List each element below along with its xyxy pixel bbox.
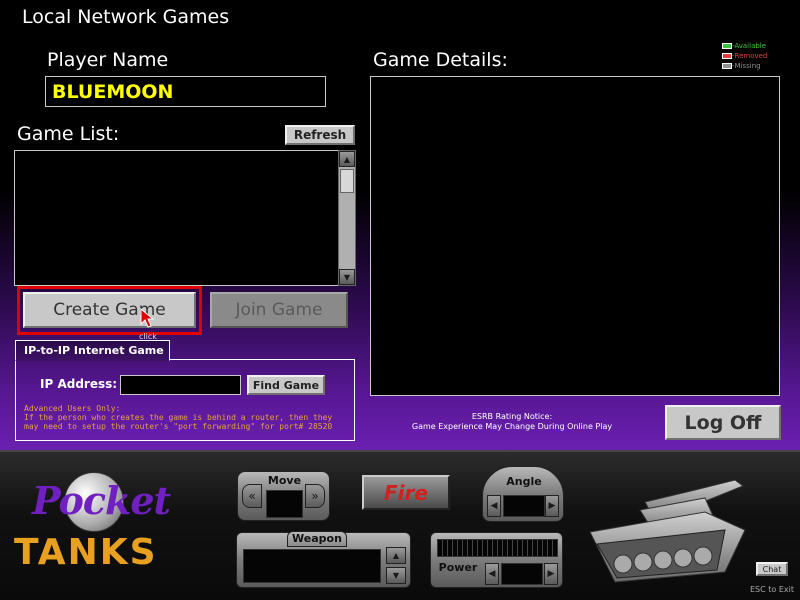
esrb-text: Game Experience May Change During Online… bbox=[411, 422, 613, 431]
game-list-label: Game List: bbox=[17, 123, 120, 145]
esrb-notice: ESRB Rating Notice: Game Experience May … bbox=[372, 412, 652, 432]
ip-address-label: IP Address: bbox=[40, 377, 118, 391]
power-left-icon[interactable]: ◀ bbox=[485, 563, 499, 585]
missing-swatch-icon bbox=[722, 63, 732, 69]
ip-address-input[interactable] bbox=[120, 375, 241, 395]
legend-missing: -Missing bbox=[722, 61, 767, 71]
page-title: Local Network Games bbox=[22, 6, 230, 28]
player-name-label: Player Name bbox=[47, 49, 169, 71]
chat-button[interactable]: Chat bbox=[756, 562, 788, 576]
game-list-scrollbar[interactable]: ▲ ▼ bbox=[338, 150, 356, 286]
find-game-button[interactable]: Find Game bbox=[247, 375, 325, 395]
move-label: Move bbox=[267, 474, 302, 487]
removed-swatch-icon bbox=[722, 53, 732, 59]
advanced-users-heading: Advanced Users Only: bbox=[24, 404, 121, 413]
power-bar[interactable] bbox=[437, 539, 558, 557]
advanced-users-text: If the person who creates the game is be… bbox=[24, 413, 333, 431]
angle-left-icon[interactable]: ◀ bbox=[487, 495, 501, 517]
create-game-button[interactable]: Create Game bbox=[23, 292, 196, 328]
esrb-heading: ESRB Rating Notice: bbox=[471, 412, 553, 421]
move-control: « » Move bbox=[237, 471, 330, 521]
available-swatch-icon bbox=[722, 43, 732, 49]
legend-available: -Available bbox=[722, 41, 767, 51]
scroll-down-arrow-icon[interactable]: ▼ bbox=[339, 269, 355, 285]
status-legend: -Available -Removed -Missing bbox=[722, 41, 767, 71]
game-details-box bbox=[370, 76, 780, 396]
player-name-field[interactable]: BLUEMOON bbox=[45, 76, 326, 107]
move-display bbox=[266, 490, 303, 518]
weapon-label: Weapon bbox=[287, 531, 347, 547]
power-label: Power bbox=[438, 561, 478, 574]
logo-pocket-text: Pocket bbox=[32, 478, 171, 523]
tank-icon bbox=[585, 472, 760, 587]
angle-control: Angle ◀ ▶ bbox=[482, 466, 564, 522]
log-off-button[interactable]: Log Off bbox=[665, 405, 781, 440]
power-control: Power ◀ ▶ bbox=[430, 532, 563, 588]
power-right-icon[interactable]: ▶ bbox=[544, 563, 558, 585]
refresh-button[interactable]: Refresh bbox=[285, 125, 355, 145]
angle-label: Angle bbox=[506, 475, 542, 488]
join-game-button[interactable]: Join Game bbox=[210, 292, 348, 328]
logo-tanks-text: TANKS bbox=[14, 532, 158, 573]
weapon-down-icon[interactable]: ▼ bbox=[386, 567, 406, 584]
esc-hint: ESC to Exit bbox=[750, 585, 794, 594]
scroll-up-arrow-icon[interactable]: ▲ bbox=[339, 151, 355, 167]
angle-right-icon[interactable]: ▶ bbox=[545, 495, 559, 517]
ip-game-tab[interactable]: IP-to-IP Internet Game bbox=[15, 340, 170, 361]
legend-removed: -Removed bbox=[722, 51, 767, 61]
move-left-icon[interactable]: « bbox=[242, 484, 262, 508]
weapon-control: Weapon ▲ ▼ bbox=[236, 531, 411, 588]
scroll-thumb[interactable] bbox=[340, 169, 354, 193]
weapon-display[interactable] bbox=[243, 549, 381, 583]
game-list-box[interactable] bbox=[14, 150, 356, 286]
fire-button[interactable]: Fire bbox=[362, 475, 450, 510]
game-details-label: Game Details: bbox=[373, 49, 508, 71]
weapon-up-icon[interactable]: ▲ bbox=[386, 547, 406, 564]
player-name-value: BLUEMOON bbox=[52, 81, 174, 103]
pocket-tanks-logo: Pocket TANKS bbox=[12, 468, 227, 583]
move-right-icon[interactable]: » bbox=[305, 484, 325, 508]
cursor-icon bbox=[140, 307, 156, 328]
power-display bbox=[501, 563, 543, 585]
angle-display bbox=[503, 495, 545, 517]
